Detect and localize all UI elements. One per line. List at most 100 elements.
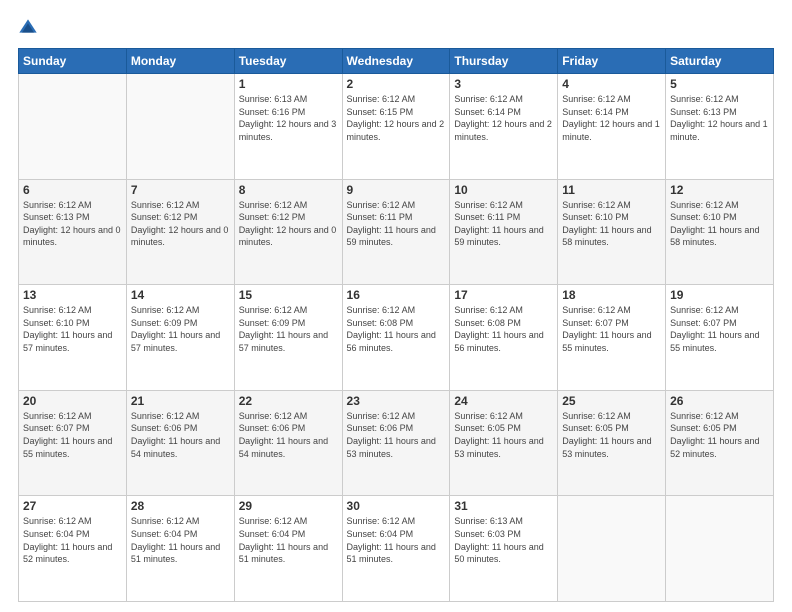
- day-cell: 22 Sunrise: 6:12 AMSunset: 6:06 PMDayligh…: [234, 390, 342, 496]
- day-info: Sunrise: 6:13 AMSunset: 6:03 PMDaylight:…: [454, 515, 553, 565]
- day-cell: 24Sunrise: 6:12 AMSunset: 6:05 PMDayligh…: [450, 390, 558, 496]
- day-info: Sunrise: 6:12 AMSunset: 6:12 PMDaylight:…: [131, 199, 230, 249]
- page: SundayMondayTuesdayWednesdayThursdayFrid…: [0, 0, 792, 612]
- day-number: 16: [347, 288, 446, 302]
- day-number: 17: [454, 288, 553, 302]
- day-number: 29: [239, 499, 338, 513]
- day-cell: 31 Sunrise: 6:13 AMSunset: 6:03 PMDayligh…: [450, 496, 558, 602]
- day-info: Sunrise: 6:12 AMSunset: 6:07 PMDaylight:…: [23, 410, 122, 460]
- day-number: 7: [131, 183, 230, 197]
- weekday-monday: Monday: [126, 49, 234, 74]
- day-number: 21: [131, 394, 230, 408]
- day-info: Sunrise: 6:12 AMSunset: 6:08 PMDaylight:…: [454, 304, 553, 354]
- weekday-saturday: Saturday: [666, 49, 774, 74]
- day-cell: 8 Sunrise: 6:12 AMSunset: 6:12 PMDaylight…: [234, 179, 342, 285]
- day-cell: 11 Sunrise: 6:12 AMSunset: 6:10 PMDayligh…: [558, 179, 666, 285]
- week-row-3: 13 Sunrise: 6:12 AMSunset: 6:10 PMDayligh…: [19, 285, 774, 391]
- day-cell: 6 Sunrise: 6:12 AMSunset: 6:13 PMDaylight…: [19, 179, 127, 285]
- day-info: Sunrise: 6:12 AMSunset: 6:04 PMDaylight:…: [347, 515, 446, 565]
- day-info: Sunrise: 6:13 AMSunset: 6:16 PMDaylight:…: [239, 93, 338, 143]
- day-cell: 14Sunrise: 6:12 AMSunset: 6:09 PMDayligh…: [126, 285, 234, 391]
- day-info: Sunrise: 6:12 AMSunset: 6:10 PMDaylight:…: [562, 199, 661, 249]
- day-number: 9: [347, 183, 446, 197]
- day-info: Sunrise: 6:12 AMSunset: 6:10 PMDaylight:…: [23, 304, 122, 354]
- weekday-sunday: Sunday: [19, 49, 127, 74]
- day-cell: 28 Sunrise: 6:12 AMSunset: 6:04 PMDayligh…: [126, 496, 234, 602]
- day-number: 31: [454, 499, 553, 513]
- day-cell: 23 Sunrise: 6:12 AMSunset: 6:06 PMDayligh…: [342, 390, 450, 496]
- day-info: Sunrise: 6:12 AMSunset: 6:05 PMDaylight:…: [670, 410, 769, 460]
- day-cell: 29Sunrise: 6:12 AMSunset: 6:04 PMDayligh…: [234, 496, 342, 602]
- week-row-1: 1Sunrise: 6:13 AMSunset: 6:16 PMDaylight…: [19, 74, 774, 180]
- day-info: Sunrise: 6:12 AMSunset: 6:14 PMDaylight:…: [562, 93, 661, 143]
- day-cell: 21 Sunrise: 6:12 AMSunset: 6:06 PMDayligh…: [126, 390, 234, 496]
- day-cell: [558, 496, 666, 602]
- day-number: 24: [454, 394, 553, 408]
- day-info: Sunrise: 6:12 AMSunset: 6:11 PMDaylight:…: [347, 199, 446, 249]
- day-cell: 9 Sunrise: 6:12 AMSunset: 6:11 PMDaylight…: [342, 179, 450, 285]
- weekday-thursday: Thursday: [450, 49, 558, 74]
- day-info: Sunrise: 6:12 AMSunset: 6:08 PMDaylight:…: [347, 304, 446, 354]
- day-number: 13: [23, 288, 122, 302]
- day-number: 22: [239, 394, 338, 408]
- weekday-wednesday: Wednesday: [342, 49, 450, 74]
- day-cell: 18 Sunrise: 6:12 AMSunset: 6:07 PMDayligh…: [558, 285, 666, 391]
- calendar: SundayMondayTuesdayWednesdayThursdayFrid…: [18, 48, 774, 602]
- day-info: Sunrise: 6:12 AMSunset: 6:11 PMDaylight:…: [454, 199, 553, 249]
- day-number: 20: [23, 394, 122, 408]
- day-number: 18: [562, 288, 661, 302]
- day-number: 12: [670, 183, 769, 197]
- day-info: Sunrise: 6:12 AMSunset: 6:05 PMDaylight:…: [562, 410, 661, 460]
- day-number: 26: [670, 394, 769, 408]
- header: [18, 18, 774, 38]
- day-cell: 7 Sunrise: 6:12 AMSunset: 6:12 PMDaylight…: [126, 179, 234, 285]
- logo: [18, 18, 42, 38]
- day-cell: 3 Sunrise: 6:12 AMSunset: 6:14 PMDaylight…: [450, 74, 558, 180]
- day-info: Sunrise: 6:12 AMSunset: 6:06 PMDaylight:…: [131, 410, 230, 460]
- day-info: Sunrise: 6:12 AMSunset: 6:13 PMDaylight:…: [670, 93, 769, 143]
- day-cell: 5 Sunrise: 6:12 AMSunset: 6:13 PMDaylight…: [666, 74, 774, 180]
- day-number: 2: [347, 77, 446, 91]
- day-number: 8: [239, 183, 338, 197]
- week-row-2: 6 Sunrise: 6:12 AMSunset: 6:13 PMDaylight…: [19, 179, 774, 285]
- day-number: 14: [131, 288, 230, 302]
- day-info: Sunrise: 6:12 AMSunset: 6:14 PMDaylight:…: [454, 93, 553, 143]
- day-info: Sunrise: 6:12 AMSunset: 6:12 PMDaylight:…: [239, 199, 338, 249]
- day-cell: [126, 74, 234, 180]
- day-number: 27: [23, 499, 122, 513]
- day-cell: 16 Sunrise: 6:12 AMSunset: 6:08 PMDayligh…: [342, 285, 450, 391]
- day-number: 30: [347, 499, 446, 513]
- day-number: 25: [562, 394, 661, 408]
- day-cell: 1Sunrise: 6:13 AMSunset: 6:16 PMDaylight…: [234, 74, 342, 180]
- day-info: Sunrise: 6:12 AMSunset: 6:13 PMDaylight:…: [23, 199, 122, 249]
- day-cell: 27Sunrise: 6:12 AMSunset: 6:04 PMDayligh…: [19, 496, 127, 602]
- day-number: 23: [347, 394, 446, 408]
- day-info: Sunrise: 6:12 AMSunset: 6:07 PMDaylight:…: [670, 304, 769, 354]
- day-number: 4: [562, 77, 661, 91]
- week-row-5: 27 Sunrise: 6:12 AMSunset: 6:04 PMDayligh…: [19, 496, 774, 602]
- day-info: Sunrise: 6:12 AMSunset: 6:07 PMDaylight:…: [562, 304, 661, 354]
- day-cell: 17 Sunrise: 6:12 AMSunset: 6:08 PMDayligh…: [450, 285, 558, 391]
- day-number: 10: [454, 183, 553, 197]
- day-number: 15: [239, 288, 338, 302]
- week-row-4: 20 Sunrise: 6:12 AMSunset: 6:07 PMDayligh…: [19, 390, 774, 496]
- day-number: 19: [670, 288, 769, 302]
- day-cell: 25 Sunrise: 6:12 AMSunset: 6:05 PMDayligh…: [558, 390, 666, 496]
- day-info: Sunrise: 6:12 AMSunset: 6:06 PMDaylight:…: [239, 410, 338, 460]
- weekday-header-row: SundayMondayTuesdayWednesdayThursdayFrid…: [19, 49, 774, 74]
- day-number: 5: [670, 77, 769, 91]
- day-cell: 20 Sunrise: 6:12 AMSunset: 6:07 PMDayligh…: [19, 390, 127, 496]
- day-number: 6: [23, 183, 122, 197]
- day-info: Sunrise: 6:12 AMSunset: 6:10 PMDaylight:…: [670, 199, 769, 249]
- day-info: Sunrise: 6:12 AMSunset: 6:04 PMDaylight:…: [131, 515, 230, 565]
- day-number: 11: [562, 183, 661, 197]
- day-cell: 19 Sunrise: 6:12 AMSunset: 6:07 PMDayligh…: [666, 285, 774, 391]
- weekday-friday: Friday: [558, 49, 666, 74]
- weekday-tuesday: Tuesday: [234, 49, 342, 74]
- day-number: 28: [131, 499, 230, 513]
- day-cell: 12 Sunrise: 6:12 AMSunset: 6:10 PMDayligh…: [666, 179, 774, 285]
- day-cell: 30 Sunrise: 6:12 AMSunset: 6:04 PMDayligh…: [342, 496, 450, 602]
- day-cell: 15Sunrise: 6:12 AMSunset: 6:09 PMDayligh…: [234, 285, 342, 391]
- day-info: Sunrise: 6:12 AMSunset: 6:06 PMDaylight:…: [347, 410, 446, 460]
- day-number: 3: [454, 77, 553, 91]
